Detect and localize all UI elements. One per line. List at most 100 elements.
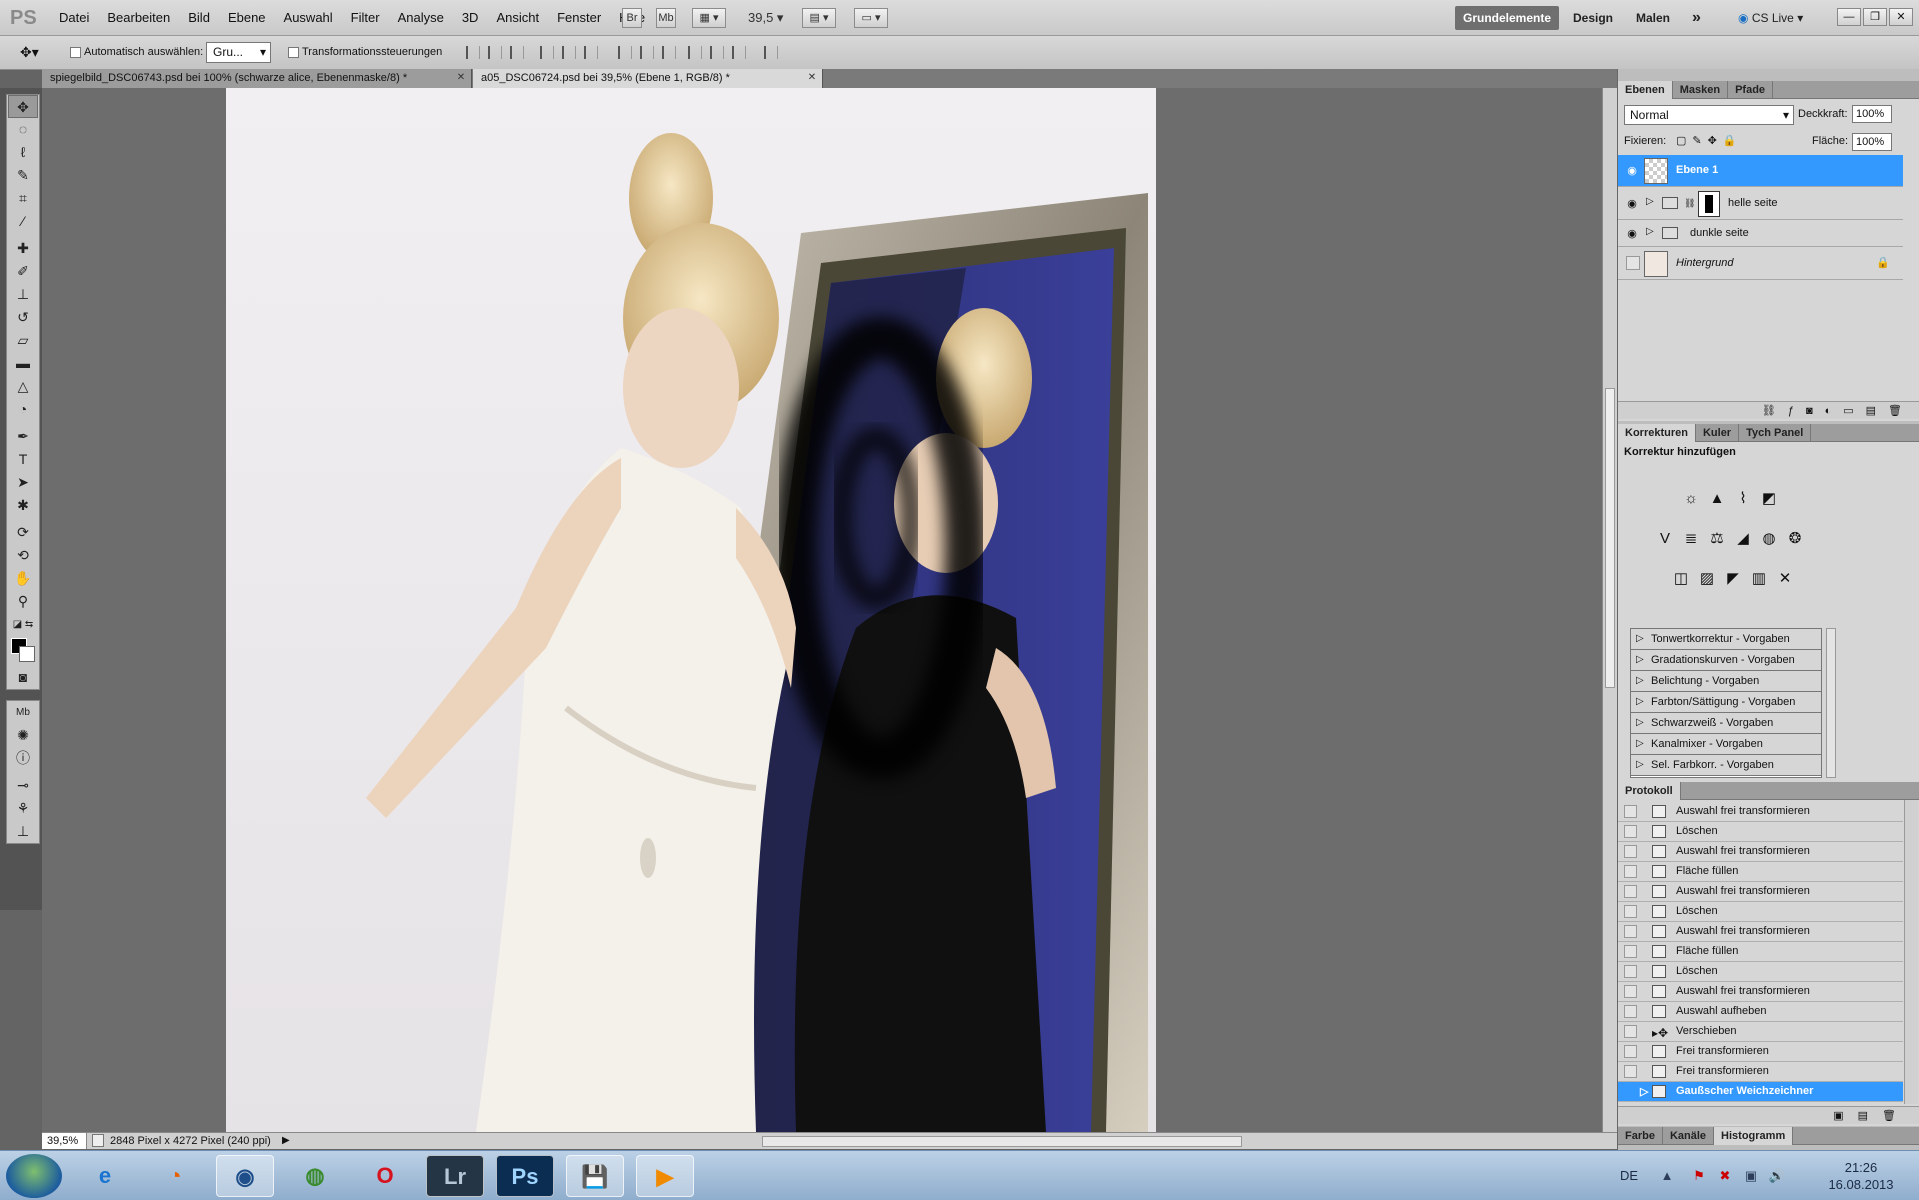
gradient-tool-icon[interactable]: ▬ — [8, 352, 38, 375]
screen-mode-button[interactable]: ▭ ▾ — [854, 8, 888, 28]
history-item[interactable]: Fläche füllen — [1618, 942, 1903, 962]
history-snapshot-box[interactable] — [1624, 885, 1637, 898]
preset-item[interactable]: Belichtung - Vorgaben — [1631, 671, 1821, 692]
expand-arrow-icon[interactable]: ▷ — [1646, 226, 1654, 237]
zoom-tool-icon[interactable]: ⚲ — [8, 590, 38, 613]
status-zoom-field[interactable]: 39,5% — [42, 1133, 87, 1149]
preset-item[interactable]: Tonwertkorrektur - Vorgaben — [1631, 629, 1821, 650]
tab-tych-panel[interactable]: Tych Panel — [1739, 424, 1812, 442]
close-icon[interactable]: ✕ — [455, 72, 467, 84]
color-swatches[interactable] — [8, 636, 38, 666]
menu-ansicht[interactable]: Ansicht — [487, 10, 548, 25]
history-item[interactable]: Löschen — [1618, 902, 1903, 922]
history-snapshot-box[interactable] — [1624, 1025, 1637, 1038]
vertical-scroll-thumb[interactable] — [1605, 388, 1615, 688]
lock-icons[interactable]: ▢✎✥🔒 — [1676, 134, 1743, 147]
expand-arrow-icon[interactable]: ▷ — [1646, 196, 1654, 207]
cs-live-button[interactable]: ◉ CS Live ▾ — [1730, 6, 1811, 30]
align-left-icon[interactable] — [540, 46, 554, 59]
menu-bild[interactable]: Bild — [179, 10, 219, 25]
posterize-icon[interactable]: ▨ — [1696, 568, 1718, 590]
firefox-icon[interactable]: ◔ — [146, 1155, 204, 1197]
crop-tool-icon[interactable]: ⌗ — [8, 187, 38, 210]
opacity-input[interactable]: 100% — [1852, 105, 1892, 123]
preset-item[interactable]: Kanalmixer - Vorgaben — [1631, 734, 1821, 755]
pen-tool-icon[interactable]: ✒ — [8, 425, 38, 448]
distribute-vcenter-icon[interactable] — [640, 46, 654, 59]
channel-mixer-icon[interactable]: ❂ — [1784, 528, 1806, 550]
vibrance-icon[interactable]: V — [1654, 528, 1676, 550]
3d-rotate-tool-icon[interactable]: ⟳ — [8, 521, 38, 544]
layer-group-dunkle-seite[interactable]: ◉ ▷ dunkle seite — [1618, 221, 1903, 247]
tab-protokoll[interactable]: Protokoll — [1618, 782, 1681, 800]
history-snapshot-box[interactable] — [1624, 1045, 1637, 1058]
visibility-box[interactable] — [1626, 256, 1640, 270]
invert-icon[interactable]: ◫ — [1670, 568, 1692, 590]
dodge-tool-icon[interactable]: ◔ — [8, 398, 38, 421]
align-top-icon[interactable] — [466, 46, 480, 59]
tray-arrow-icon[interactable]: ▲ — [1658, 1167, 1676, 1185]
save-disk-icon[interactable]: 💾 — [566, 1155, 624, 1197]
status-options-icon[interactable] — [92, 1134, 104, 1147]
tray-warning-icon[interactable]: ✖ — [1716, 1167, 1734, 1185]
eye-icon[interactable]: ◉ — [1624, 163, 1640, 179]
threshold-icon[interactable]: ◤ — [1722, 568, 1744, 590]
history-item[interactable]: Auswahl frei transformieren — [1618, 882, 1903, 902]
align-hcenter-icon[interactable] — [562, 46, 576, 59]
doc-tab-a05[interactable]: a05_DSC06724.psd bei 39,5% (Ebene 1, RGB… — [473, 69, 823, 88]
clock[interactable]: 21:26 16.08.2013 — [1816, 1159, 1906, 1193]
tab-masken[interactable]: Masken — [1673, 81, 1729, 99]
eye-icon[interactable]: ◉ — [1624, 226, 1640, 242]
layer-group-helle-seite[interactable]: ◉ ▷ ⛓ helle seite — [1618, 188, 1903, 220]
tab-korrekturen[interactable]: Korrekturen — [1618, 424, 1696, 442]
history-snapshot-box[interactable] — [1624, 1085, 1637, 1098]
history-item[interactable]: Frei transformieren — [1618, 1042, 1903, 1062]
menu-filter[interactable]: Filter — [342, 10, 389, 25]
canvas-area[interactable] — [42, 88, 1617, 1132]
doc-tab-spiegelbild[interactable]: spiegelbild_DSC06743.psd bei 100% (schwa… — [42, 69, 472, 88]
history-item[interactable]: Fläche füllen — [1618, 862, 1903, 882]
distribute-hcenter-icon[interactable] — [710, 46, 724, 59]
thunderbird-icon[interactable]: ◉ — [216, 1155, 274, 1197]
bridge-button[interactable]: Br — [622, 8, 642, 28]
history-snapshot-box[interactable] — [1624, 865, 1637, 878]
history-snapshot-box[interactable] — [1624, 945, 1637, 958]
presets-scrollbar[interactable] — [1826, 628, 1836, 778]
history-snapshot-box[interactable] — [1624, 965, 1637, 978]
layer-hintergrund[interactable]: Hintergrund 🔒 — [1618, 248, 1903, 280]
quick-select-tool-icon[interactable]: ✎ — [8, 164, 38, 187]
default-colors-icon[interactable]: ◪ ⇆ — [8, 613, 38, 636]
more-workspaces-button[interactable]: » — [1684, 6, 1709, 30]
gradient-map-icon[interactable]: ▥ — [1748, 568, 1770, 590]
media-player-icon[interactable]: ▶ — [636, 1155, 694, 1197]
history-item[interactable]: Frei transformieren — [1618, 1062, 1903, 1082]
quick-mask-icon[interactable]: ◙ — [8, 666, 38, 689]
history-snapshot-box[interactable] — [1624, 1065, 1637, 1078]
opera-icon[interactable]: O — [356, 1155, 414, 1197]
internet-explorer-icon[interactable]: e — [76, 1155, 134, 1197]
healing-brush-tool-icon[interactable]: ✚ — [8, 237, 38, 260]
tray-flag-icon[interactable]: ⚑ — [1690, 1167, 1708, 1185]
arrange-documents-button[interactable]: ▤ ▾ — [802, 8, 836, 28]
auto-select-type-dropdown[interactable]: Gru... ▾ — [206, 42, 271, 63]
fill-input[interactable]: 100% — [1852, 133, 1892, 151]
eraser-tool-icon[interactable]: ▱ — [8, 329, 38, 352]
document-canvas[interactable] — [226, 88, 1156, 1132]
distribute-top-icon[interactable] — [618, 46, 632, 59]
blend-mode-dropdown[interactable]: Normal ▾ — [1624, 105, 1794, 125]
tab-kanaele[interactable]: Kanäle — [1663, 1127, 1715, 1145]
lasso-tool-icon[interactable]: ℓ — [8, 141, 38, 164]
history-item[interactable]: Auswahl frei transformieren — [1618, 802, 1903, 822]
start-button[interactable] — [6, 1154, 62, 1198]
history-item[interactable]: Löschen — [1618, 822, 1903, 842]
hue-saturation-icon[interactable]: ≣ — [1680, 528, 1702, 550]
history-item[interactable]: ▸✥ Verschieben — [1618, 1022, 1903, 1042]
shape-tool-icon[interactable]: ✱ — [8, 494, 38, 517]
align-vcenter-icon[interactable] — [488, 46, 502, 59]
menu-ebene[interactable]: Ebene — [219, 10, 275, 25]
close-window-button[interactable]: ✕ — [1889, 8, 1913, 26]
history-snapshot-box[interactable] — [1624, 905, 1637, 918]
status-menu-arrow-icon[interactable]: ▶ — [282, 1133, 290, 1149]
clone-source-icon[interactable]: ⚘ — [8, 797, 38, 820]
eyedropper-tool-icon[interactable]: ⁄ — [8, 210, 38, 233]
